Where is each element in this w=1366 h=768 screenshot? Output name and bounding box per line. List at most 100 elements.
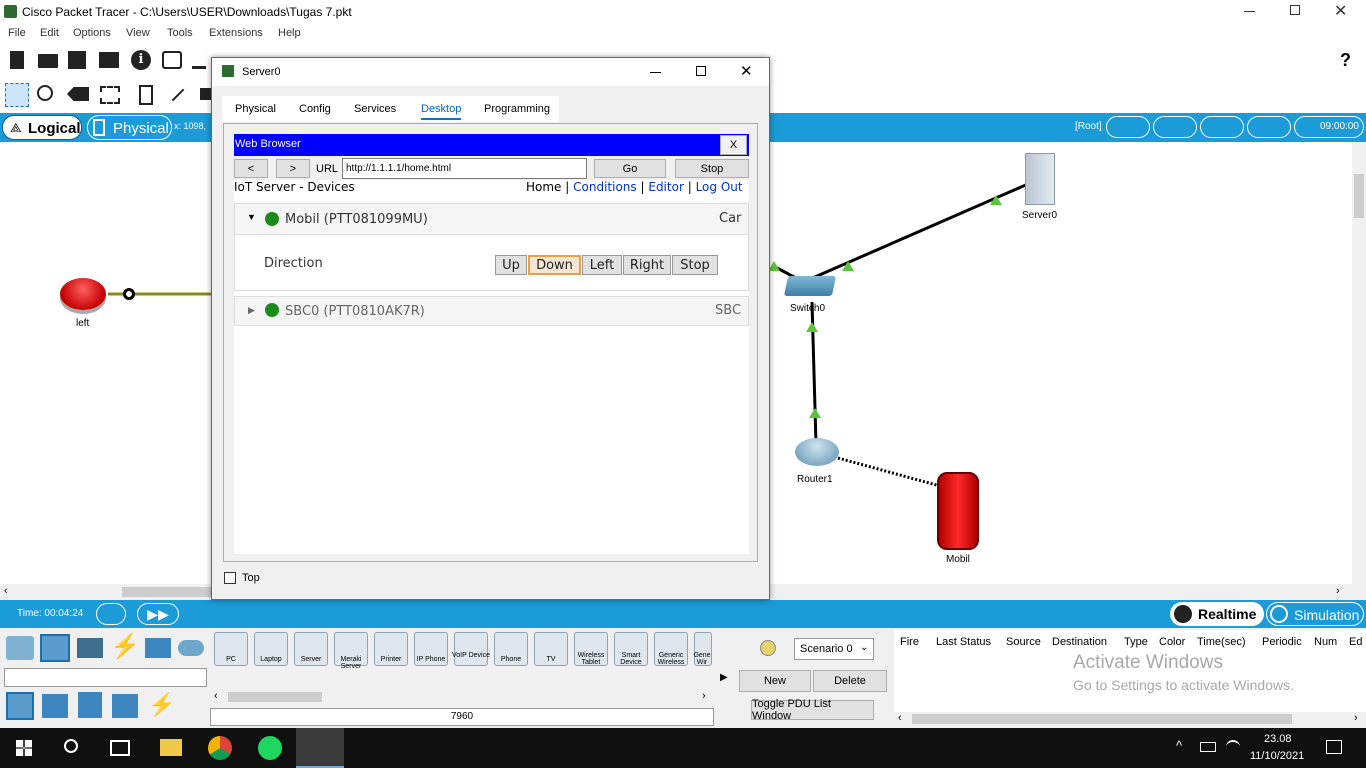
toggle-pdu-list-button[interactable]: Toggle PDU List Window (751, 698, 874, 722)
browser-stop-button[interactable]: Stop (675, 159, 749, 178)
delete-icon[interactable] (67, 87, 89, 101)
tab-services[interactable]: Services (354, 103, 396, 115)
power-grid-subcategory-icon[interactable]: ⚡ (148, 692, 175, 720)
close-icon[interactable]: ✕ (1334, 1, 1347, 21)
push-button-device-icon[interactable] (60, 278, 106, 310)
tab-desktop[interactable]: Desktop (421, 103, 462, 120)
connections-category-icon[interactable]: ⚡ (110, 632, 140, 661)
building-subcategory-icon[interactable] (78, 692, 102, 718)
industrial-subcategory-icon[interactable] (112, 694, 138, 718)
nav-conditions[interactable]: Conditions (573, 180, 637, 194)
restore-icon[interactable] (1290, 5, 1300, 15)
spotify-icon[interactable] (258, 736, 282, 760)
home-subcategory-icon[interactable] (42, 694, 68, 718)
device-search-field[interactable] (4, 668, 207, 687)
menu-options[interactable]: Options (73, 27, 111, 39)
dialog-minimize-icon[interactable] (650, 72, 661, 73)
new-scenario-button[interactable]: New (739, 670, 811, 692)
resize-shape-icon[interactable] (100, 86, 120, 104)
direction-left-button[interactable]: Left (582, 255, 622, 275)
fast-forward-icon[interactable]: ▶▶ (137, 603, 179, 625)
custom-device-icon[interactable] (192, 51, 206, 69)
menu-extensions[interactable]: Extensions (209, 27, 263, 39)
power-cycle-icon[interactable] (96, 603, 126, 625)
physical-tab[interactable]: Physical (87, 115, 172, 140)
cluster-pill[interactable] (1153, 116, 1197, 138)
multiuser-category-icon[interactable] (178, 640, 204, 656)
device-list-scrollbar[interactable]: ‹ › (212, 690, 712, 704)
url-input[interactable]: http://1.1.1.1/home.html (342, 158, 587, 179)
chrome-icon[interactable] (208, 736, 232, 760)
browser-go-button[interactable]: Go (594, 159, 666, 178)
task-view-icon[interactable] (110, 740, 130, 756)
browser-forward-button[interactable]: > (276, 159, 310, 178)
windows-start-icon[interactable] (16, 740, 32, 756)
inspect-icon[interactable] (37, 85, 53, 101)
delete-scenario-button[interactable]: Delete (813, 670, 887, 692)
save-icon[interactable] (68, 51, 86, 69)
menu-view[interactable]: View (126, 27, 150, 39)
new-file-icon[interactable] (10, 51, 24, 69)
menu-edit[interactable]: Edit (40, 27, 59, 39)
misc-category-icon[interactable] (145, 638, 171, 658)
simulation-mode-button[interactable]: Simulation (1266, 602, 1364, 626)
open-folder-icon[interactable] (38, 54, 58, 68)
direction-right-button[interactable]: Right (623, 255, 671, 275)
pdu-expand-arrow-icon[interactable]: ▶ (720, 672, 728, 683)
direction-stop-button[interactable]: Stop (672, 255, 718, 275)
search-icon[interactable] (64, 739, 78, 753)
dialog-maximize-icon[interactable] (696, 66, 706, 76)
scroll-thumb[interactable] (912, 714, 1292, 724)
pdu-table-scrollbar[interactable]: ‹ › (894, 712, 1366, 726)
viewport-pill[interactable] (1106, 116, 1150, 138)
scroll-right-arrow-icon[interactable]: › (1336, 585, 1340, 597)
dialog-close-icon[interactable]: ✕ (740, 62, 753, 80)
scroll-left-arrow-icon[interactable]: ‹ (4, 585, 8, 597)
scroll-right-arrow-icon[interactable]: › (702, 690, 706, 702)
battery-icon[interactable] (1200, 742, 1216, 752)
wifi-icon[interactable] (1226, 740, 1240, 754)
note-icon[interactable] (139, 85, 153, 105)
root-label[interactable]: [Root] (1075, 121, 1102, 132)
info-icon[interactable]: i (131, 50, 151, 70)
top-checkbox[interactable] (224, 572, 236, 584)
network-devices-category-icon[interactable] (6, 636, 34, 660)
scroll-left-arrow-icon[interactable]: ‹ (898, 712, 902, 724)
up-arrow-icon[interactable]: ^ (1176, 738, 1182, 753)
server-device-icon[interactable] (1025, 153, 1055, 205)
notification-icon[interactable] (1326, 740, 1342, 754)
tab-physical[interactable]: Physical (235, 103, 276, 115)
direction-up-button[interactable]: Up (495, 255, 527, 275)
switch-device-icon[interactable] (783, 276, 837, 296)
help-icon[interactable]: ? (1340, 50, 1351, 71)
collapse-arrow-icon[interactable]: ▼ (247, 212, 256, 222)
pc-subcategory-icon[interactable] (6, 692, 34, 720)
scroll-right-arrow-icon[interactable]: › (1354, 712, 1358, 724)
file-explorer-icon[interactable] (160, 739, 182, 756)
select-tool-icon[interactable] (5, 83, 29, 107)
workspace-vertical-scrollbar[interactable] (1352, 142, 1366, 584)
end-devices-category-icon[interactable] (40, 634, 70, 662)
logical-tab[interactable]: ⟁ Logical (2, 115, 82, 140)
car-device-icon[interactable] (937, 472, 979, 550)
menu-tools[interactable]: Tools (167, 27, 193, 39)
scroll-thumb[interactable] (228, 692, 322, 702)
draw-line-icon[interactable] (171, 88, 185, 102)
menu-file[interactable]: File (8, 27, 26, 39)
nav-editor[interactable]: Editor (648, 180, 684, 194)
expand-arrow-icon[interactable]: ▶ (248, 305, 255, 316)
tab-config[interactable]: Config (299, 103, 331, 115)
browser-back-button[interactable]: < (234, 159, 268, 178)
info-bulb-icon[interactable] (760, 640, 776, 656)
packet-tracer-taskbar-icon[interactable] (296, 728, 344, 768)
scroll-thumb[interactable] (1354, 174, 1364, 218)
direction-down-button[interactable]: Down (528, 255, 581, 275)
browser-close-button[interactable]: X (720, 135, 747, 155)
environment-pill[interactable] (1247, 116, 1291, 138)
scroll-left-arrow-icon[interactable]: ‹ (214, 690, 218, 702)
minimize-icon[interactable] (1244, 11, 1255, 12)
print-icon[interactable] (99, 52, 119, 68)
router-device-icon[interactable] (795, 438, 839, 466)
menu-help[interactable]: Help (278, 27, 301, 39)
device-row-expanded[interactable]: ▼ Mobil (PTT081099MU) Car (234, 203, 749, 235)
